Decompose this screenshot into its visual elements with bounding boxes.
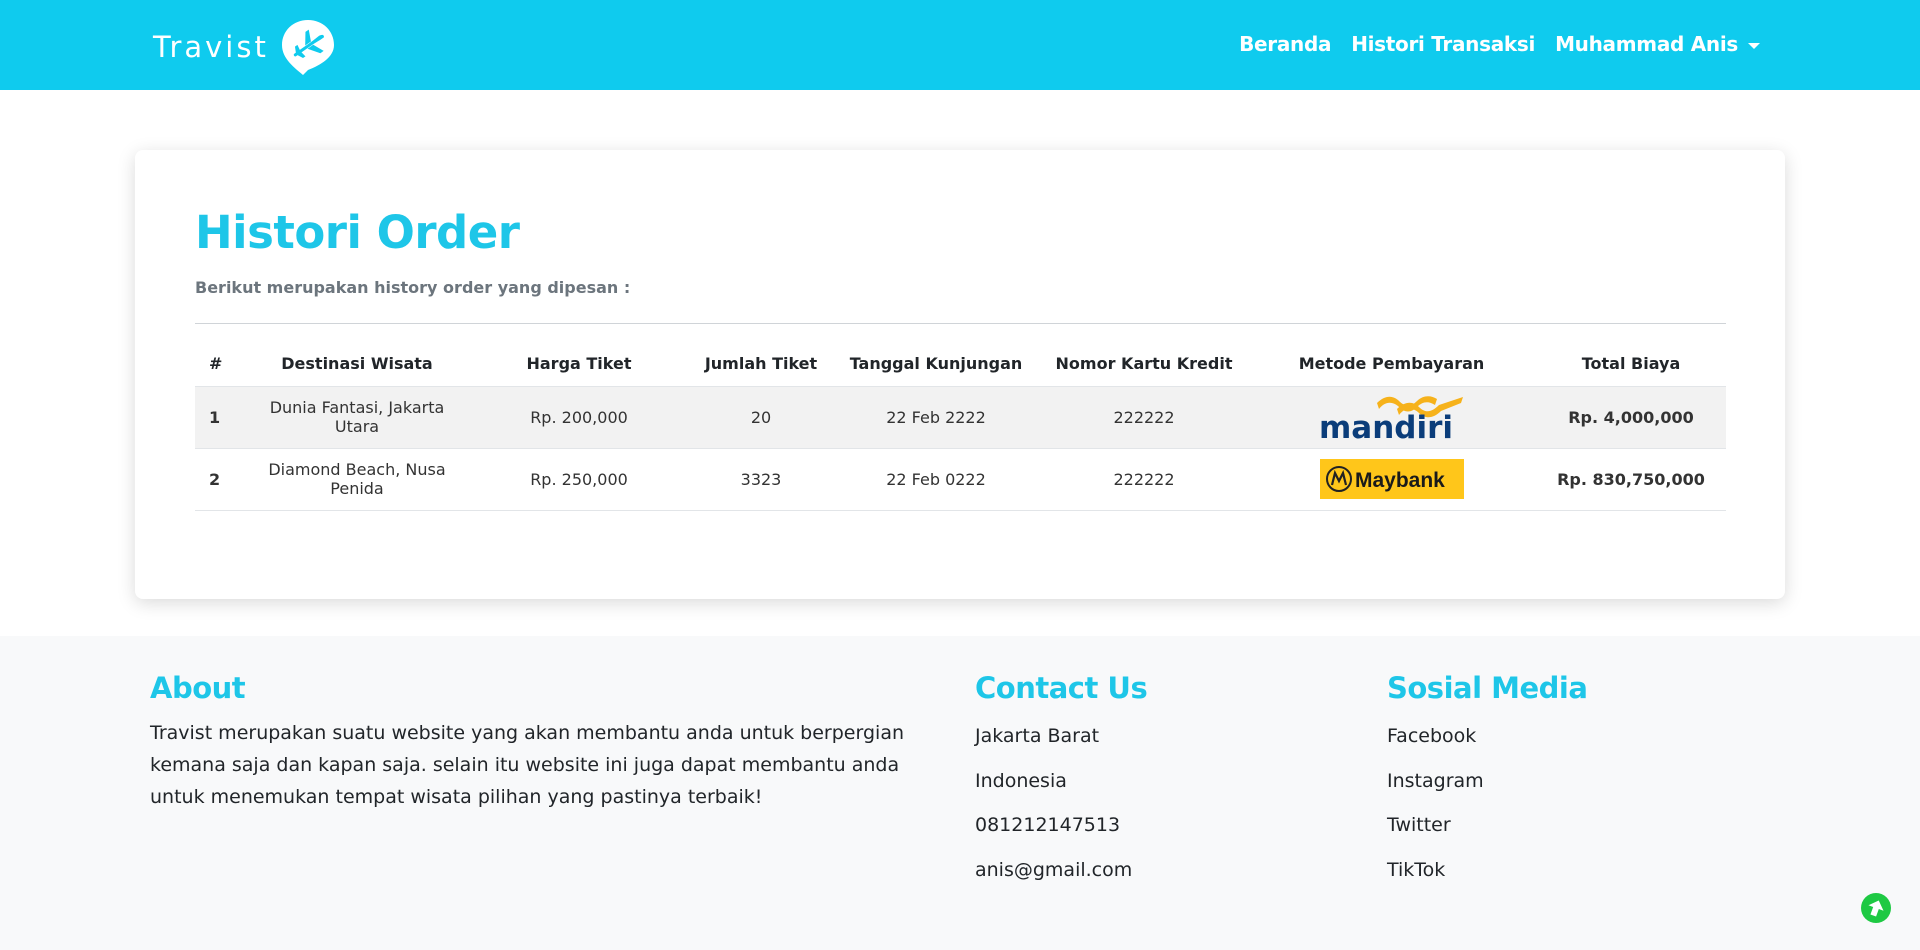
- nav-beranda[interactable]: Beranda: [1239, 32, 1331, 56]
- contact-country: Indonesia: [975, 770, 1067, 792]
- table-row: 2 Diamond Beach, Nusa Penida Rp. 250,000…: [195, 448, 1726, 511]
- divider: [195, 323, 1726, 324]
- scroll-to-top-button[interactable]: [1861, 893, 1891, 923]
- brand-logo-link[interactable]: Travist: [153, 17, 337, 77]
- brand-name: Travist: [153, 30, 269, 64]
- social-instagram-link[interactable]: Instagram: [1387, 770, 1484, 792]
- nav-links: Beranda Histori Transaksi Muhammad Anis: [1239, 0, 1760, 88]
- page-subtitle: Berikut merupakan history order yang dip…: [195, 278, 631, 297]
- row-card: 222222: [1041, 386, 1247, 449]
- table-row: 1 Dunia Fantasi, Jakarta Utara Rp. 200,0…: [195, 386, 1726, 449]
- header-no: #: [195, 341, 247, 387]
- arrow-up-circle-icon: [1868, 900, 1884, 917]
- plane-pin-icon: [281, 20, 334, 75]
- mandiri-logo: mandiri: [1319, 396, 1463, 441]
- order-history-table: # Destinasi Wisata Harga Tiket Jumlah Ti…: [195, 341, 1726, 511]
- maybank-wordmark: Maybank: [1355, 469, 1445, 492]
- header-kartu: Nomor Kartu Kredit: [1041, 341, 1247, 387]
- contact-phone: 081212147513: [975, 814, 1121, 836]
- page-title: Histori Order: [195, 206, 520, 259]
- user-name: Muhammad Anis: [1555, 32, 1738, 56]
- user-menu-dropdown[interactable]: Muhammad Anis: [1555, 32, 1760, 56]
- row-card: 222222: [1041, 448, 1247, 511]
- contact-email[interactable]: anis@gmail.com: [975, 859, 1132, 881]
- footer: About Travist merupakan suatu website ya…: [0, 636, 1920, 950]
- social-twitter-link[interactable]: Twitter: [1387, 814, 1451, 836]
- caret-down-icon: [1748, 42, 1760, 49]
- footer-about-text: Travist merupakan suatu website yang aka…: [150, 722, 904, 808]
- row-payment: mandiri: [1247, 386, 1536, 449]
- maybank-logo: Maybank: [1319, 459, 1464, 499]
- social-facebook-link[interactable]: Facebook: [1387, 725, 1476, 747]
- row-date: 22 Feb 2222: [831, 386, 1041, 449]
- footer-contact-title: Contact Us: [975, 671, 1148, 705]
- row-destination: Dunia Fantasi, Jakarta Utara: [247, 386, 467, 449]
- row-date: 22 Feb 0222: [831, 448, 1041, 511]
- header-jumlah: Jumlah Tiket: [691, 341, 831, 387]
- row-qty: 3323: [691, 448, 831, 511]
- table-header-row: # Destinasi Wisata Harga Tiket Jumlah Ti…: [195, 341, 1726, 387]
- row-destination: Diamond Beach, Nusa Penida: [247, 448, 467, 511]
- header-total: Total Biaya: [1536, 341, 1726, 387]
- header-harga: Harga Tiket: [467, 341, 691, 387]
- row-no: 2: [195, 448, 247, 511]
- nav-histori-transaksi[interactable]: Histori Transaksi: [1351, 32, 1535, 56]
- row-payment: Maybank: [1247, 448, 1536, 511]
- order-history-card: Histori Order Berikut merupakan history …: [135, 150, 1785, 599]
- header-destinasi: Destinasi Wisata: [247, 341, 467, 387]
- footer-about-title: About: [150, 671, 246, 705]
- footer-social-title: Sosial Media: [1387, 671, 1588, 705]
- row-no: 1: [195, 386, 247, 449]
- row-price: Rp. 250,000: [467, 448, 691, 511]
- row-price: Rp. 200,000: [467, 386, 691, 449]
- row-total: Rp. 4,000,000: [1536, 386, 1726, 449]
- header-metode: Metode Pembayaran: [1247, 341, 1536, 387]
- header-tanggal: Tanggal Kunjungan: [831, 341, 1041, 387]
- row-total: Rp. 830,750,000: [1536, 448, 1726, 511]
- row-qty: 20: [691, 386, 831, 449]
- mandiri-wordmark: mandiri: [1319, 410, 1453, 441]
- navbar: Travist Beranda Histori Transaksi Muhamm…: [0, 0, 1920, 90]
- contact-address: Jakarta Barat: [975, 725, 1100, 747]
- social-tiktok-link[interactable]: TikTok: [1387, 859, 1445, 881]
